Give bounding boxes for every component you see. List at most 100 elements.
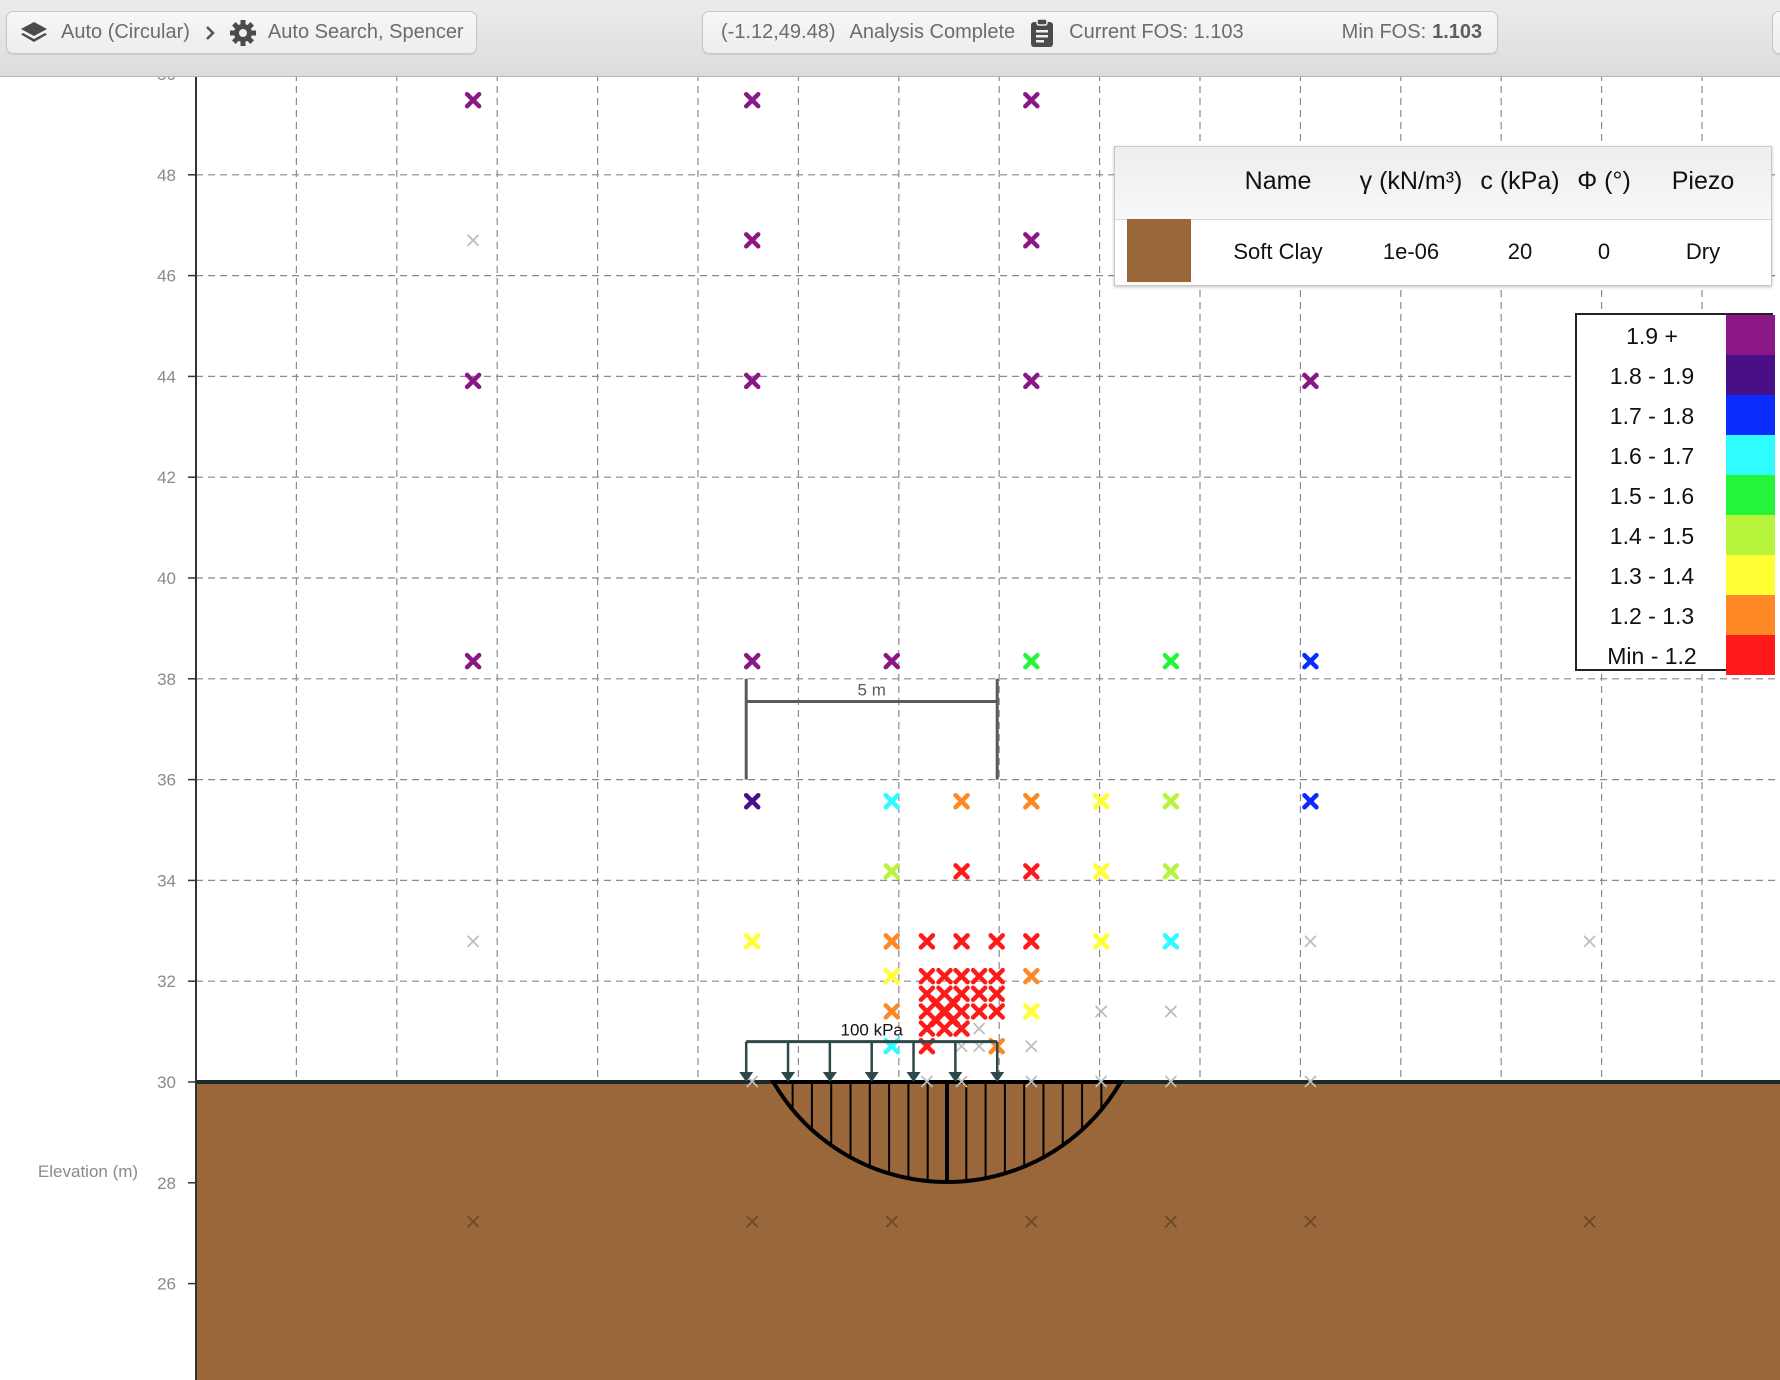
material-color-swatch[interactable] [1127,219,1191,282]
toolbar: Auto (Circular) Auto Search, Spencer (-1… [0,0,1780,77]
slip-center-marker[interactable] [1302,793,1319,810]
analysis-method-button[interactable]: Auto (Circular) [19,18,190,48]
slip-center-marker[interactable] [1023,372,1040,390]
fos-legend-row: 1.3 - 1.4 [1577,555,1775,595]
scale-bar: 5 m [744,678,999,780]
slip-center-marker[interactable] [1023,933,1040,950]
slip-center-marker[interactable] [936,1020,953,1037]
slip-center-marker[interactable] [988,985,1005,1003]
slip-center-marker[interactable] [973,1022,986,1035]
slip-center-marker[interactable] [988,933,1005,950]
fos-legend-row: 1.6 - 1.7 [1577,435,1775,475]
material-table: Name γ (kN/m³) c (kPa) Φ (°) Piezo Soft … [1114,146,1772,286]
slip-center-marker[interactable] [918,1003,936,1020]
slip-center-marker[interactable] [1023,793,1040,810]
slip-center-marker[interactable] [743,91,761,109]
search-method-label: Auto Search, Spencer [267,21,464,43]
toolbar-right-button[interactable] [1772,11,1780,54]
slip-center-marker[interactable] [467,234,480,247]
slip-center-marker[interactable] [1023,652,1040,670]
slip-center-marker[interactable] [883,1003,901,1020]
slip-center-marker[interactable] [970,967,988,985]
fos-legend-swatch [1726,475,1775,515]
slip-center-marker[interactable] [743,933,761,950]
slip-center-marker[interactable] [953,1003,970,1020]
slip-center-marker[interactable] [1023,863,1040,880]
slip-center-marker[interactable] [988,1003,1005,1020]
slip-center-marker[interactable] [953,863,970,880]
load-label: 100 kPa [841,1021,904,1040]
fos-legend-row: 1.9 + [1577,315,1775,355]
slip-center-marker[interactable] [1025,1040,1038,1053]
slip-center-marker[interactable] [1162,933,1180,950]
slip-center-marker[interactable] [1302,652,1319,670]
slip-center-marker[interactable] [883,793,901,810]
slip-center-marker[interactable] [1023,1003,1040,1020]
slip-center-marker[interactable] [883,652,901,670]
soil-region [196,1080,1780,1380]
slip-center-marker[interactable] [1092,793,1110,810]
slip-center-marker[interactable] [953,933,970,950]
slip-center-marker[interactable] [1023,232,1040,249]
slip-center-marker[interactable] [1095,1005,1108,1018]
slip-center-marker[interactable] [467,935,480,948]
fos-legend-swatch [1726,595,1775,635]
y-tick-label: 34 [157,871,176,890]
slip-center-marker[interactable] [918,933,936,950]
slip-center-marker[interactable] [936,967,953,985]
slip-center-marker[interactable] [1162,652,1180,670]
fos-legend-label: 1.9 + [1626,323,1678,349]
slip-center-marker[interactable] [883,967,901,985]
slip-center-marker[interactable] [1302,372,1319,390]
scale-bar-label: 5 m [858,680,886,699]
col-phi-header: Φ (°) [1577,167,1631,195]
y-tick-label: 26 [157,1275,176,1294]
slip-center-marker[interactable] [1583,935,1596,948]
slip-center-marker[interactable] [883,933,901,950]
fos-legend-label: 1.7 - 1.8 [1609,403,1695,429]
soil-layer[interactable] [196,1082,1780,1380]
y-axis: 50 48 46 44 42 40 38 36 34 32 30 28 26 [157,77,197,1380]
fos-color-legend: 1.9 + 1.8 - 1.9 1.7 - 1.8 1.6 - 1.7 1.5 - 1.… [1575,313,1775,675]
slip-center-marker[interactable] [1023,967,1040,985]
fos-legend-row: Min - 1.2 [1577,635,1775,675]
slip-center-marker[interactable] [988,967,1005,985]
slip-center-marker[interactable] [1162,863,1180,880]
min-fos-value: 1.103 [1432,21,1483,43]
y-tick-label: 46 [157,267,176,286]
slip-center-marker[interactable] [464,652,482,670]
y-tick-label: 36 [157,771,176,790]
slip-center-marker[interactable] [936,985,953,1003]
slip-center-marker[interactable] [883,863,901,880]
clipboard-icon[interactable] [1029,17,1055,48]
slip-center-marker[interactable] [1162,793,1180,810]
material-gamma: 1e-06 [1382,239,1440,264]
slip-center-marker[interactable] [953,967,970,985]
fos-legend-swatch [1726,555,1775,595]
min-fos-center-marker[interactable] [928,995,961,1028]
slip-center-marker[interactable] [970,985,988,1003]
fos-legend-row: 1.5 - 1.6 [1577,475,1775,515]
y-tick-label: 44 [157,367,176,386]
slip-center-marker[interactable] [1092,933,1110,950]
slip-center-marker[interactable] [1164,1005,1177,1018]
search-method-button[interactable]: Auto Search, Spencer [228,18,464,48]
analysis-method-label: Auto (Circular) [61,21,190,43]
slip-center-marker[interactable] [743,232,761,249]
fos-legend-swatch [1726,395,1775,435]
analysis-settings-pill: Auto (Circular) Auto Search, Spencer [6,11,477,54]
slip-center-marker[interactable] [1023,91,1040,109]
slip-center-marker[interactable] [953,793,970,810]
slip-center-marker[interactable] [1304,935,1317,948]
slip-center-marker[interactable] [970,1003,988,1020]
y-tick-label: 48 [157,166,176,185]
slip-center-marker[interactable] [1092,863,1110,880]
slip-center-marker[interactable] [464,91,482,109]
y-tick-label: 42 [157,468,176,487]
min-fos-label: Min FOS: [1341,21,1427,43]
slip-center-marker[interactable] [743,793,761,810]
slip-center-marker[interactable] [918,967,936,985]
material-piezo: Dry [1685,239,1721,264]
slip-center-marker[interactable] [743,652,761,670]
y-tick-label: 40 [157,569,176,588]
